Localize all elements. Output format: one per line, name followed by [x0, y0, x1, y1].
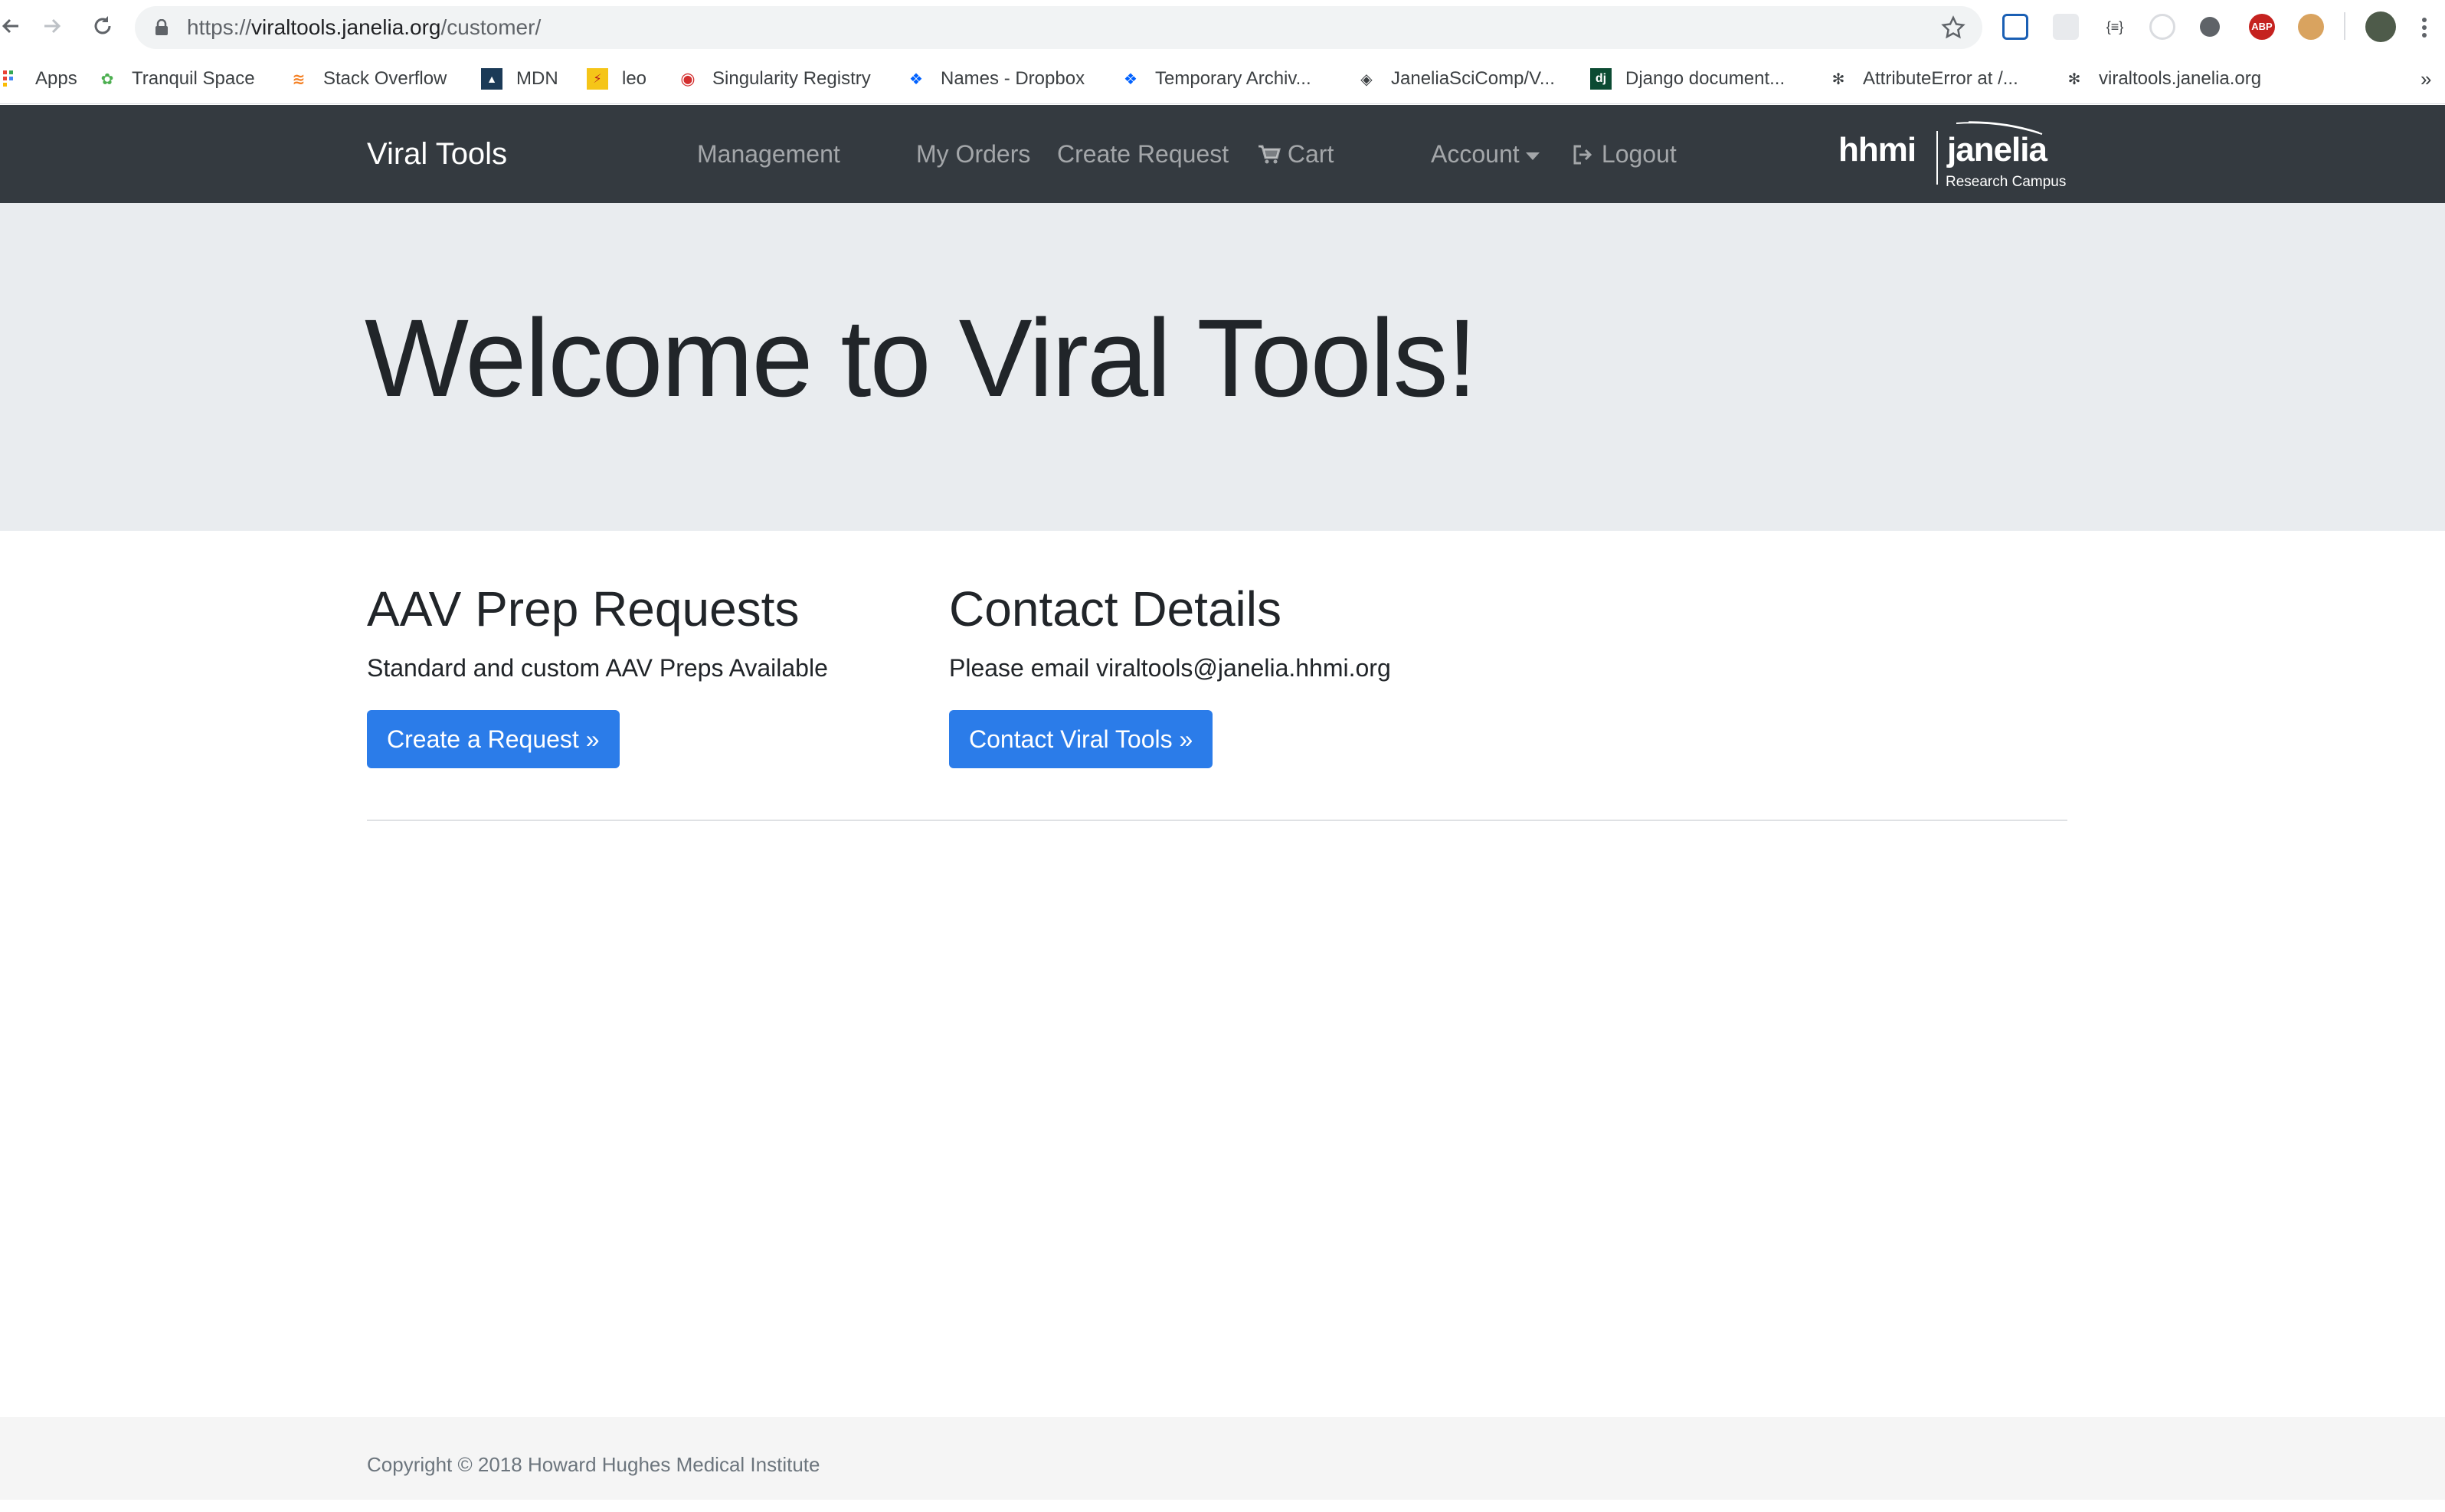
toolbar-divider	[2344, 12, 2345, 40]
bookmark-singularity-registry[interactable]: ◉ Singularity Registry	[677, 54, 871, 104]
extension-icon-li[interactable]	[2002, 14, 2028, 40]
bookmark-label: AttributeError at /...	[1863, 68, 2018, 89]
navbar-brand[interactable]: Viral Tools	[367, 105, 507, 203]
bookmark-tranquil-space[interactable]: ✿ Tranquil Space	[97, 54, 255, 104]
django-icon: dj	[1590, 68, 1612, 90]
github-icon: ◈	[1360, 70, 1373, 88]
reload-icon[interactable]	[87, 11, 118, 41]
nav-account-dropdown[interactable]: Account	[1431, 105, 1540, 203]
bookmark-label: Names - Dropbox	[941, 68, 1085, 89]
nav-account-label: Account	[1431, 140, 1520, 168]
copyright-text: Copyright © 2018 Howard Hughes Medical I…	[367, 1453, 820, 1476]
bookmark-label: viraltools.janelia.org	[2099, 68, 2262, 89]
snowflake-icon: ✻	[2067, 70, 2081, 88]
contact-heading: Contact Details	[949, 581, 1281, 637]
create-request-button[interactable]: Create a Request »	[367, 710, 620, 768]
nav-cart-label: Cart	[1287, 140, 1334, 168]
bookmark-stack-overflow[interactable]: ≋ Stack Overflow	[288, 54, 447, 104]
bookmark-label: Temporary Archiv...	[1155, 68, 1311, 89]
logo-subtitle: Research Campus	[1946, 174, 2067, 190]
logo-hhmi-text: hhmi	[1838, 131, 1916, 169]
bookmark-attributeerror[interactable]: ✻ AttributeError at /...	[1828, 54, 2018, 104]
contact-section: Contact Details Please email viraltools@…	[949, 578, 1391, 768]
mdn-icon: ▲	[481, 68, 502, 90]
address-bar[interactable]: https://viraltools.janelia.org/customer/	[135, 6, 1982, 49]
bookmark-mdn[interactable]: ▲ MDN	[481, 54, 558, 104]
page-footer: Copyright © 2018 Howard Hughes Medical I…	[0, 1417, 2445, 1500]
adblock-icon[interactable]: ABP	[2249, 14, 2275, 40]
bookmark-label: MDN	[516, 68, 558, 89]
url-text[interactable]: https://viraltools.janelia.org/customer/	[187, 6, 541, 49]
logo-janelia-text: janelia	[1947, 131, 2047, 169]
nav-logout[interactable]: Logout	[1572, 105, 1677, 203]
contact-button[interactable]: Contact Viral Tools »	[949, 710, 1213, 768]
aav-heading: AAV Prep Requests	[367, 581, 800, 637]
nav-management[interactable]: Management	[697, 105, 840, 203]
bookmark-temporary-archive[interactable]: ❖ Temporary Archiv...	[1120, 54, 1311, 104]
bookmark-viraltools[interactable]: ✻ viraltools.janelia.org	[2064, 54, 2262, 104]
bookmark-label: JaneliaSciComp/V...	[1391, 68, 1555, 89]
tranquil-space-icon: ✿	[100, 70, 114, 88]
bookmark-label: Django document...	[1625, 68, 1785, 89]
browser-toolbar: https://viraltools.janelia.org/customer/…	[0, 0, 2445, 54]
bookmarks-bar: Apps ✿ Tranquil Space ≋ Stack Overflow ▲…	[0, 54, 2445, 104]
back-arrow-icon[interactable]	[0, 11, 26, 41]
menu-kebab-icon[interactable]	[2420, 14, 2428, 41]
bookmark-django-docs[interactable]: dj Django document...	[1590, 54, 1785, 104]
aav-description: Standard and custom AAV Preps Available	[367, 654, 828, 682]
bookmark-label: Singularity Registry	[712, 68, 871, 89]
cart-icon	[1258, 140, 1288, 168]
nav-cart[interactable]: Cart	[1258, 105, 1334, 203]
dropbox-icon: ❖	[909, 70, 923, 88]
jumbotron: Welcome to Viral Tools!	[0, 203, 2445, 531]
bookmarks-overflow-button[interactable]: »	[2420, 54, 2431, 104]
extension-icon-grid[interactable]	[2053, 14, 2079, 40]
profile-avatar[interactable]	[2365, 11, 2396, 42]
contact-description: Please email viraltools@janelia.hhmi.org	[949, 654, 1391, 682]
extension-icon-circle[interactable]	[2149, 14, 2175, 40]
logout-icon	[1572, 140, 1602, 168]
bookmark-label: Apps	[35, 68, 77, 89]
welcome-heading: Welcome to Viral Tools!	[365, 296, 1478, 420]
bookmark-names-dropbox[interactable]: ❖ Names - Dropbox	[905, 54, 1085, 104]
bookmark-label: Tranquil Space	[132, 68, 255, 89]
leo-icon: ⚡	[587, 68, 608, 90]
dropbox-icon: ❖	[1124, 70, 1137, 88]
extension-icon-json[interactable]: {≡}	[2102, 14, 2128, 40]
caret-down-icon	[1525, 152, 1540, 160]
logo-divider	[1936, 131, 1938, 185]
extension-icon-dot[interactable]	[2200, 17, 2220, 37]
bookmark-label: leo	[622, 68, 647, 89]
site-navbar: Viral Tools Management My Orders Create …	[0, 105, 2445, 203]
singularity-icon: ◉	[680, 69, 696, 88]
forward-arrow-icon[interactable]	[37, 11, 67, 41]
nav-create-request[interactable]: Create Request	[1057, 105, 1229, 203]
bookmark-janeliascicomp[interactable]: ◈ JaneliaSciComp/V...	[1356, 54, 1555, 104]
bookmark-apps[interactable]: Apps	[0, 54, 77, 104]
nav-logout-label: Logout	[1601, 140, 1677, 168]
bookmark-label: Stack Overflow	[323, 68, 447, 89]
stack-overflow-icon: ≋	[292, 70, 306, 88]
apps-grid-icon	[0, 68, 21, 90]
snowflake-icon: ✻	[1831, 70, 1845, 88]
nav-my-orders[interactable]: My Orders	[916, 105, 1030, 203]
bookmark-star-icon[interactable]	[1941, 15, 1965, 44]
extension-icon-avatar[interactable]	[2298, 14, 2324, 40]
hhmi-janelia-logo[interactable]: hhmi janelia Research Campus	[1838, 119, 2068, 190]
lock-icon[interactable]	[155, 18, 169, 40]
content-divider	[367, 820, 2067, 821]
aav-section: AAV Prep Requests Standard and custom AA…	[367, 578, 828, 768]
bookmark-leo[interactable]: ⚡ leo	[587, 54, 646, 104]
